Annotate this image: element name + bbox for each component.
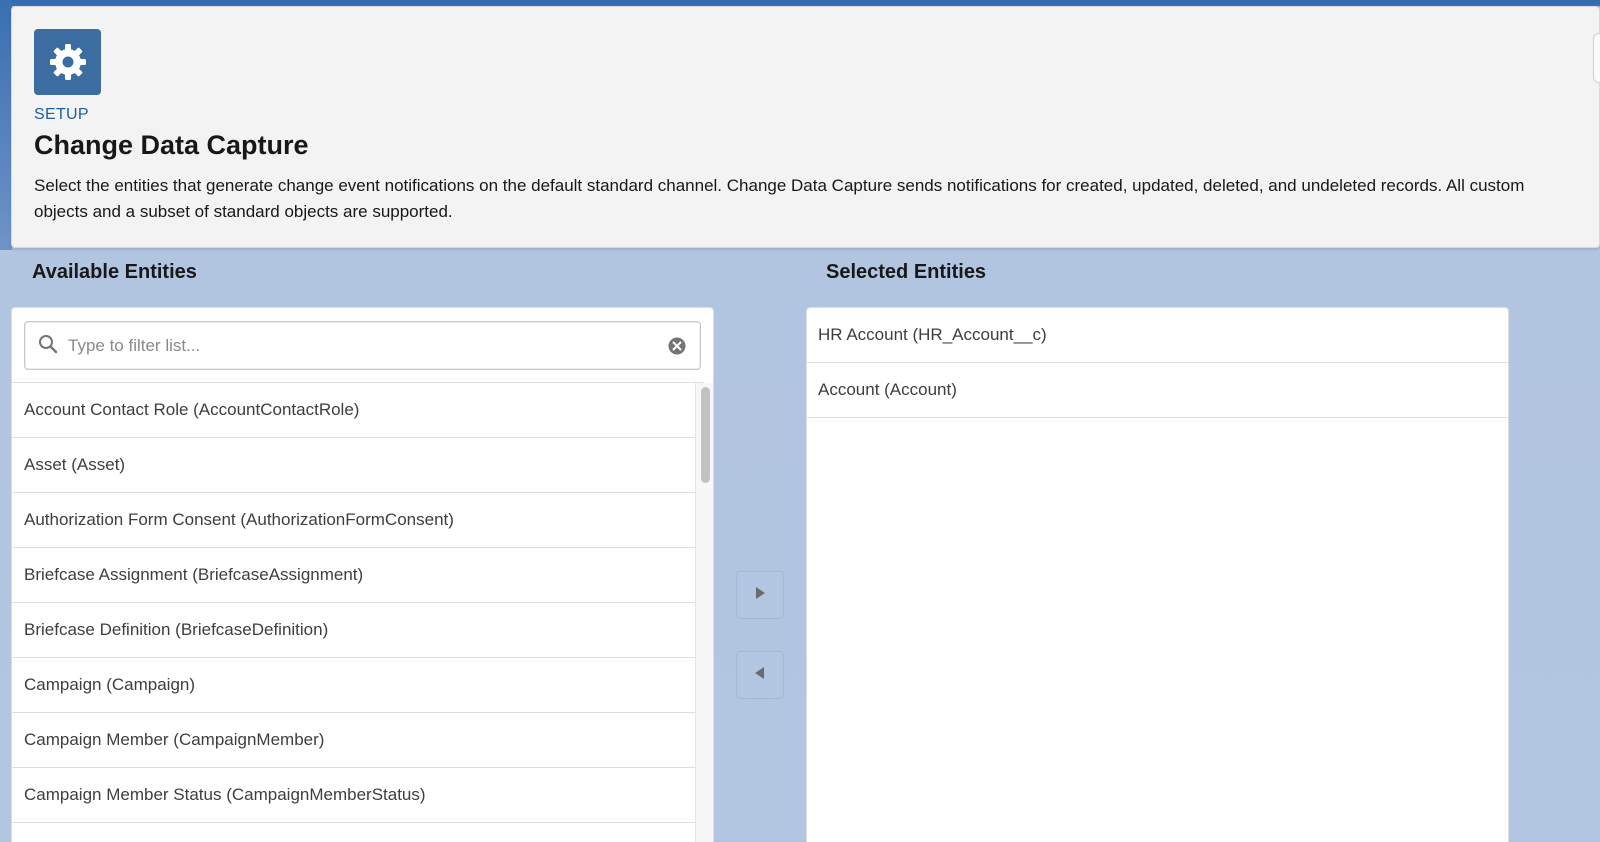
move-to-available-button[interactable] bbox=[736, 651, 784, 699]
page-title: Change Data Capture bbox=[34, 130, 309, 160]
available-entities-panel: Account Contact Role (AccountContactRole… bbox=[11, 307, 714, 842]
chevron-right-icon bbox=[754, 586, 766, 605]
filter-field bbox=[24, 321, 701, 370]
list-item[interactable]: Authorization Form Consent (Authorizatio… bbox=[12, 493, 704, 548]
list-item[interactable]: Asset (Asset) bbox=[12, 438, 704, 493]
page-description: Select the entities that generate change… bbox=[34, 176, 1525, 221]
move-to-selected-button[interactable] bbox=[736, 571, 784, 619]
side-panel-handle[interactable] bbox=[1593, 33, 1600, 83]
selected-entities-panel: HR Account (HR_Account__c) Account (Acco… bbox=[806, 307, 1509, 842]
scrollbar[interactable] bbox=[695, 383, 713, 842]
breadcrumb: SETUP bbox=[34, 106, 89, 123]
available-entities-list: Account Contact Role (AccountContactRole… bbox=[12, 382, 704, 842]
list-item[interactable]: Campaign Member Status (CampaignMemberSt… bbox=[12, 768, 704, 823]
available-entities-heading: Available Entities bbox=[32, 261, 197, 283]
page-header: SETUP Change Data Capture Select the ent… bbox=[11, 6, 1600, 248]
list-item[interactable]: Briefcase Definition (BriefcaseDefinitio… bbox=[12, 603, 704, 658]
list-item[interactable]: Account Contact Role (AccountContactRole… bbox=[12, 383, 704, 438]
list-item[interactable]: Account (Account) bbox=[807, 363, 1508, 418]
list-item[interactable]: Campaign (Campaign) bbox=[12, 658, 704, 713]
clear-icon[interactable] bbox=[668, 337, 686, 360]
selected-entities-heading: Selected Entities bbox=[826, 261, 987, 283]
scrollbar-thumb[interactable] bbox=[701, 387, 710, 483]
list-item[interactable]: Campaign Member (CampaignMember) bbox=[12, 713, 704, 768]
filter-input[interactable] bbox=[68, 332, 648, 360]
chevron-left-icon bbox=[754, 666, 766, 685]
gear-icon bbox=[34, 29, 101, 95]
list-item[interactable]: HR Account (HR_Account__c) bbox=[807, 308, 1508, 363]
search-icon bbox=[38, 334, 58, 359]
list-item[interactable]: Briefcase Assignment (BriefcaseAssignmen… bbox=[12, 548, 704, 603]
